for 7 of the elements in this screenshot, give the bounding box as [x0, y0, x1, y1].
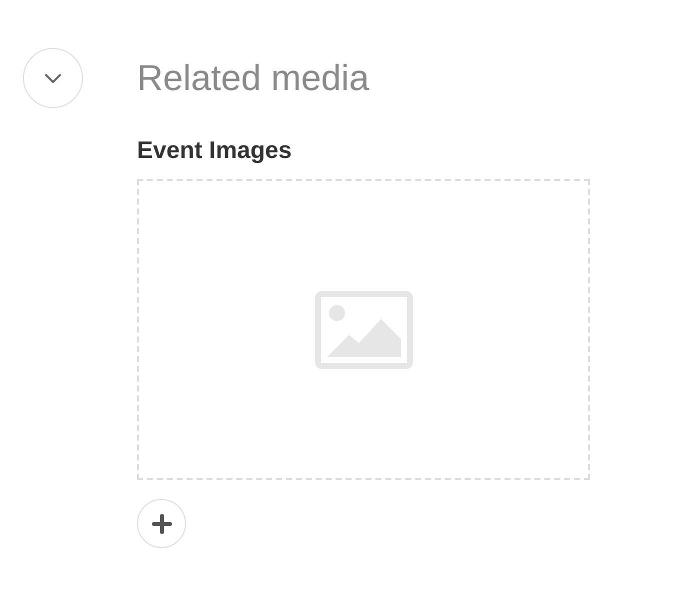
image-placeholder-icon [314, 290, 412, 368]
field-label: Event Images [137, 136, 293, 166]
chevron-down-icon [44, 72, 62, 84]
add-button[interactable] [137, 499, 186, 548]
section-title: Related media [137, 56, 370, 100]
plus-icon [152, 514, 172, 534]
image-drop-area[interactable] [137, 179, 590, 480]
